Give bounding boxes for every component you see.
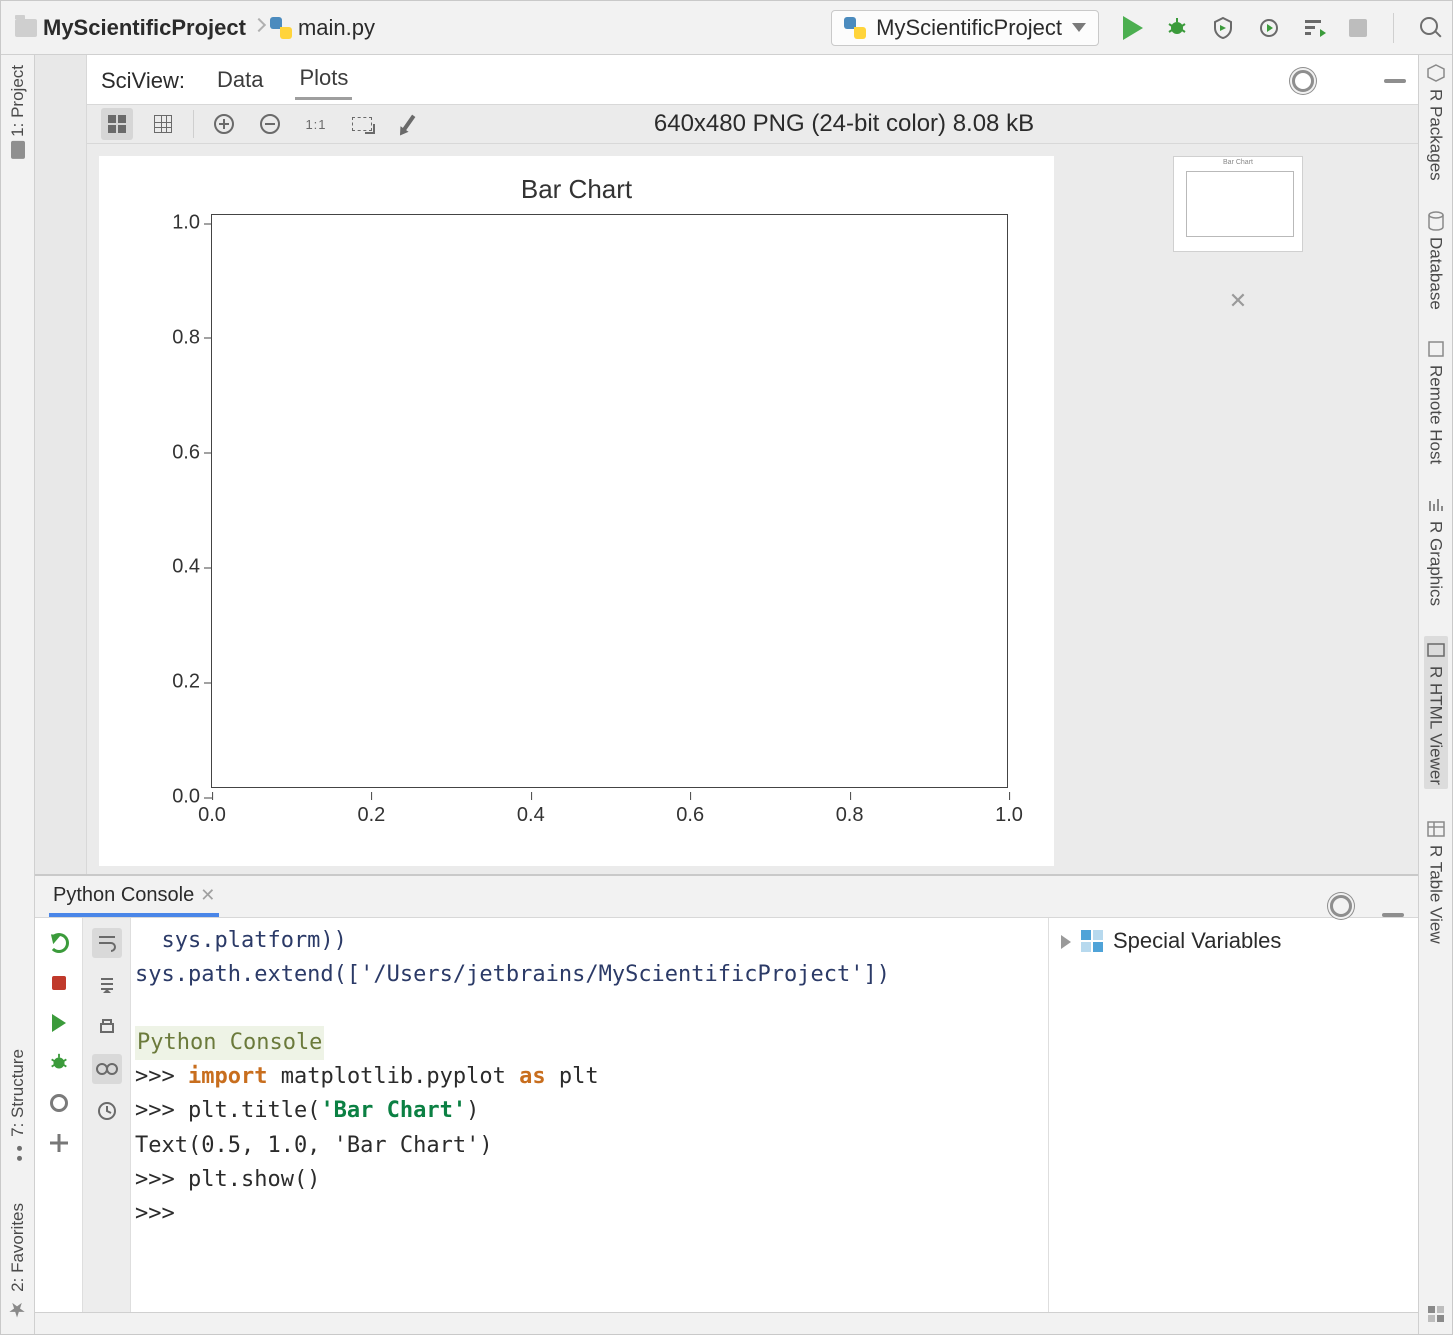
tool-windows-icon[interactable] [1426, 1304, 1446, 1324]
breadcrumb: MyScientificProject main.py [15, 15, 821, 41]
database-button[interactable]: Database [1426, 211, 1446, 310]
star-icon: ★ [6, 1298, 30, 1322]
console-tab[interactable]: Python Console ✕ [49, 878, 219, 917]
image-info-label: 640x480 PNG (24-bit color) 8.08 kB [438, 110, 1250, 138]
r-packages-button[interactable]: R Packages [1426, 63, 1446, 181]
stop-console-button[interactable] [46, 970, 72, 996]
folder-icon [15, 19, 37, 37]
console-view-gutter [83, 918, 131, 1312]
run-anything-button[interactable] [1303, 16, 1327, 40]
console-output[interactable]: sys.platform)) sys.path.extend(['/Users/… [131, 918, 1048, 1312]
gear-icon[interactable] [1292, 70, 1314, 92]
debug-console-button[interactable] [46, 1050, 72, 1076]
grid-view-button[interactable] [147, 108, 179, 140]
rerun-button[interactable] [46, 930, 72, 956]
python-icon [844, 17, 866, 39]
run-configuration-label: MyScientificProject [876, 15, 1062, 41]
breadcrumb-project[interactable]: MyScientificProject [43, 15, 246, 41]
close-thumbnail-button[interactable]: ✕ [1229, 288, 1247, 314]
console-run-gutter [35, 918, 83, 1312]
run-configuration-selector[interactable]: MyScientificProject [831, 10, 1099, 46]
left-tool-rail: 1: Project 7: Structure ★ 2: Favorites [1, 55, 35, 1334]
plot-canvas: Bar Chart 0.00.20.40.60.81.00.00.20.40.6… [99, 156, 1054, 866]
structure-tool-button[interactable]: 7: Structure [8, 1049, 28, 1163]
expand-icon[interactable] [1061, 935, 1071, 949]
python-file-icon [270, 17, 292, 39]
soft-wrap-button[interactable] [92, 928, 122, 958]
profile-button[interactable] [1257, 16, 1281, 40]
print-button[interactable] [92, 1012, 122, 1042]
chart-axes: 0.00.20.40.60.81.00.00.20.40.60.81.0 [211, 214, 1008, 788]
zoom-out-button[interactable] [254, 108, 286, 140]
variables-pane: Special Variables [1048, 918, 1418, 1312]
tab-plots[interactable]: Plots [295, 61, 352, 100]
execute-button[interactable] [46, 1010, 72, 1036]
stop-button[interactable] [1349, 19, 1367, 37]
project-tool-button[interactable]: 1: Project [8, 65, 28, 157]
sciview-gutter [35, 55, 87, 874]
run-actions [1123, 13, 1442, 43]
debug-button[interactable] [1165, 16, 1189, 40]
special-variables-label[interactable]: Special Variables [1113, 928, 1281, 954]
right-tool-rail: R Packages Database Remote Host R Graphi… [1418, 55, 1452, 1334]
history-button[interactable] [92, 1096, 122, 1126]
settings-button[interactable] [46, 1090, 72, 1116]
minimize-icon[interactable] [1382, 913, 1404, 917]
favorites-tool-button[interactable]: ★ 2: Favorites [6, 1203, 30, 1322]
r-graphics-button[interactable]: R Graphics [1426, 495, 1446, 606]
color-picker-button[interactable] [392, 108, 424, 140]
run-button[interactable] [1123, 16, 1143, 40]
close-tab-icon[interactable]: ✕ [200, 885, 215, 906]
sciview-title: SciView: [101, 68, 185, 94]
r-html-viewer-button[interactable]: R HTML Viewer [1424, 636, 1448, 789]
show-variables-button[interactable] [92, 1054, 122, 1084]
single-view-button[interactable] [101, 108, 133, 140]
variables-icon [1081, 930, 1103, 952]
chevron-down-icon [1072, 23, 1086, 32]
folder-icon [11, 141, 25, 159]
plot-thumbnail[interactable] [1173, 156, 1303, 252]
sciview-panel: SciView: Data Plots 1:1 [87, 55, 1418, 874]
actual-size-button[interactable]: 1:1 [300, 108, 332, 140]
gear-icon[interactable] [1330, 895, 1352, 917]
top-toolbar: MyScientificProject main.py MyScientific… [1, 1, 1452, 55]
r-table-view-button[interactable]: R Table View [1426, 819, 1446, 944]
sciview-toolbar: 1:1 640x480 PNG (24-bit color) 8.08 kB [87, 104, 1418, 144]
chevron-right-icon [252, 18, 264, 38]
breadcrumb-file[interactable]: main.py [298, 15, 375, 41]
structure-icon [10, 1143, 26, 1163]
scroll-to-end-button[interactable] [92, 970, 122, 1000]
python-console-panel: Python Console ✕ [35, 875, 1418, 1312]
separator [1393, 13, 1394, 43]
remote-host-button[interactable]: Remote Host [1426, 339, 1446, 464]
fit-to-screen-button[interactable] [346, 108, 378, 140]
chart-title: Bar Chart [99, 174, 1054, 205]
search-icon[interactable] [1420, 17, 1442, 39]
status-bar [35, 1312, 1418, 1334]
zoom-in-button[interactable] [208, 108, 240, 140]
run-coverage-button[interactable] [1211, 16, 1235, 40]
tab-data[interactable]: Data [213, 63, 267, 99]
new-console-button[interactable] [46, 1130, 72, 1156]
minimize-icon[interactable] [1384, 79, 1406, 83]
